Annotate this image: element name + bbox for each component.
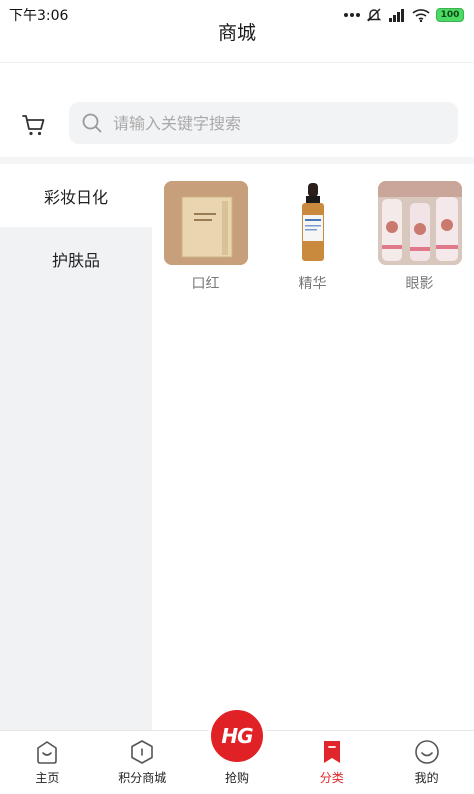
tab-label: 我的 bbox=[414, 771, 439, 785]
bottom-tab-bar: 主页 积分商城 HG 抢购 分类 我的 bbox=[0, 707, 474, 794]
title-divider bbox=[0, 62, 474, 63]
search-input[interactable] bbox=[113, 113, 433, 133]
product-box-image bbox=[163, 181, 248, 265]
bookmark-icon bbox=[323, 741, 340, 763]
product-item-lipstick[interactable]: 口红 bbox=[152, 181, 259, 293]
product-name: 精华 bbox=[298, 276, 327, 292]
hexagon-icon bbox=[131, 740, 153, 764]
product-name: 眼影 bbox=[405, 276, 434, 292]
cosmetic-jars-image bbox=[377, 181, 462, 265]
hg-logo: HG bbox=[207, 707, 266, 765]
search-box[interactable] bbox=[69, 102, 458, 144]
tab-label: 主页 bbox=[35, 771, 60, 785]
category-sidebar: 彩妆日化 护肤品 bbox=[0, 164, 152, 730]
tab-flash-sale[interactable]: HG 抢购 bbox=[190, 707, 285, 794]
tab-points-mall[interactable]: 积分商城 bbox=[95, 731, 190, 794]
category-item-makeup[interactable]: 彩妆日化 bbox=[0, 164, 152, 227]
serum-bottle-image bbox=[270, 181, 355, 265]
tab-label: 积分商城 bbox=[118, 771, 167, 785]
cart-button[interactable] bbox=[18, 110, 50, 140]
tab-home[interactable]: 主页 bbox=[0, 731, 95, 794]
tab-mine[interactable]: 我的 bbox=[379, 731, 474, 794]
smile-icon bbox=[414, 740, 439, 764]
home-bag-icon bbox=[37, 741, 58, 764]
section-gap bbox=[0, 157, 474, 164]
tab-label: 分类 bbox=[319, 771, 344, 785]
product-grid: 口红 精华 眼影 bbox=[152, 164, 474, 293]
search-row bbox=[0, 100, 474, 148]
product-item-eyeshadow[interactable]: 眼影 bbox=[366, 181, 473, 293]
product-item-serum[interactable]: 精华 bbox=[259, 181, 366, 293]
cart-icon bbox=[22, 115, 45, 136]
content-area: 口红 精华 眼影 bbox=[152, 164, 474, 730]
hg-logo-text: HG bbox=[221, 724, 253, 748]
page-title: 商城 bbox=[217, 22, 256, 44]
category-item-skincare[interactable]: 护肤品 bbox=[0, 227, 152, 290]
tab-category[interactable]: 分类 bbox=[284, 731, 379, 794]
tab-label: 抢购 bbox=[224, 771, 249, 785]
product-name: 口红 bbox=[191, 276, 220, 292]
search-icon bbox=[82, 113, 102, 133]
